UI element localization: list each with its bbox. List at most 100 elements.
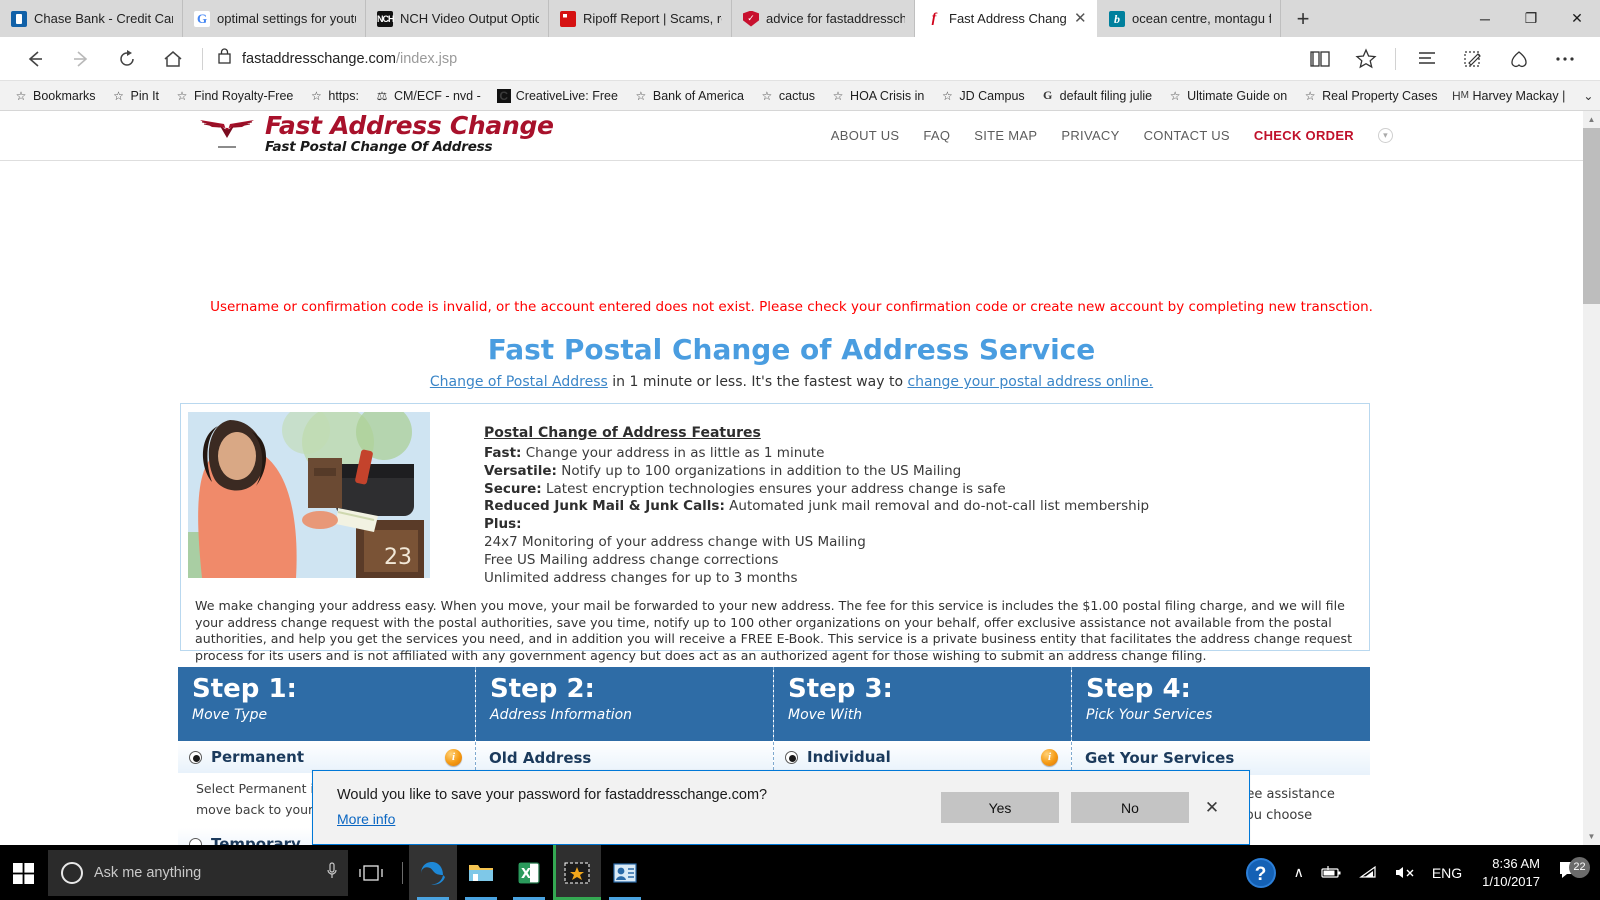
bookmark-item[interactable]: ⚖ CM/ECF - nvd -: [367, 83, 489, 109]
clock[interactable]: 8:36 AM 1/10/2017: [1470, 855, 1552, 890]
bookmark-item[interactable]: ☆ Pin It: [104, 83, 168, 109]
browser-tab[interactable]: NCH NCH Video Output Options: [366, 0, 549, 37]
taskbar-app-edge[interactable]: [409, 845, 457, 900]
star-icon: ☆: [832, 88, 844, 103]
option-individual[interactable]: Individual: [785, 748, 891, 766]
tab-title: Ripoff Report | Scams, revie: [583, 11, 722, 26]
taskbar-app-contacts[interactable]: [601, 845, 649, 900]
radio-individual-input[interactable]: [785, 750, 798, 764]
radio-permanent-input[interactable]: [189, 750, 202, 764]
bookmark-item[interactable]: ☆ Bookmarks: [6, 83, 104, 109]
search-input[interactable]: Ask me anything: [48, 849, 348, 896]
more-info-link[interactable]: More info: [337, 811, 395, 827]
refresh-icon[interactable]: [104, 41, 150, 77]
show-hidden-icons-icon[interactable]: ∧: [1286, 864, 1312, 881]
browser-tab-active[interactable]: f Fast Address Change: C ✕: [915, 0, 1098, 37]
notification-count-badge: 22: [1569, 857, 1590, 878]
bookmark-item[interactable]: ☆ cactus: [752, 83, 823, 109]
info-icon[interactable]: i: [445, 748, 462, 766]
feature-text: Automated junk mail removal and do-not-c…: [724, 498, 1150, 515]
taskbar-app-excel[interactable]: X: [505, 845, 553, 900]
save-password-yes-button[interactable]: Yes: [941, 792, 1059, 823]
battery-icon[interactable]: [1312, 865, 1350, 880]
browser-tab[interactable]: Chase Bank - Credit Card, M: [0, 0, 183, 37]
forward-icon[interactable]: [58, 41, 104, 77]
scrollbar-down-arrow-icon[interactable]: ▼: [1583, 828, 1600, 845]
language-indicator[interactable]: ENG: [1424, 865, 1470, 881]
microphone-icon[interactable]: [326, 861, 338, 884]
bookmark-label: Bookmarks: [33, 88, 96, 103]
option-temporary[interactable]: Temporary: [189, 835, 301, 845]
taskbar-app-file-explorer[interactable]: [457, 845, 505, 900]
back-icon[interactable]: [12, 41, 58, 77]
maximize-button[interactable]: ❐: [1508, 0, 1554, 37]
navigation-bar: fastaddresschange.com/index.jsp: [0, 37, 1600, 80]
woman-at-mailbox-photo: 23: [188, 412, 430, 578]
nav-site-map[interactable]: SITE MAP: [974, 128, 1037, 143]
minimize-button[interactable]: ─: [1462, 0, 1508, 37]
bookmark-item[interactable]: ☆ JD Campus: [932, 83, 1032, 109]
star-icon: ☆: [310, 88, 322, 103]
bookmark-item[interactable]: ☆ HOA Crisis in: [823, 83, 932, 109]
svg-text:X: X: [521, 867, 531, 882]
nav-privacy[interactable]: PRIVACY: [1061, 128, 1119, 143]
subtitle-link-2[interactable]: change your postal address online.: [907, 374, 1153, 390]
site-logo[interactable]: Fast Address Change Fast Postal Change O…: [198, 112, 554, 157]
feature-label: Fast:: [484, 444, 522, 461]
radio-temporary-input[interactable]: [189, 837, 202, 845]
bookmark-item[interactable]: Gdefault filing julie: [1033, 83, 1160, 109]
taskbar-app-movie-maker[interactable]: [553, 845, 601, 900]
address-bar[interactable]: fastaddresschange.com/index.jsp: [211, 42, 1297, 76]
star-icon: ☆: [941, 88, 953, 103]
reading-view-icon[interactable]: [1297, 41, 1343, 77]
make-a-note-icon[interactable]: [1450, 41, 1496, 77]
task-view-icon[interactable]: [348, 845, 396, 900]
cart-icon[interactable]: ▾: [1378, 128, 1393, 143]
bookmark-item[interactable]: ☆ Bank of America: [626, 83, 752, 109]
bookmarks-overflow-icon[interactable]: ⌄: [1573, 89, 1600, 103]
radio-row-individual[interactable]: Individual i: [774, 741, 1071, 773]
browser-tab[interactable]: Ripoff Report | Scams, revie: [549, 0, 732, 37]
nav-about-us[interactable]: ABOUT US: [831, 128, 900, 143]
browser-tab[interactable]: advice for fastaddresschang: [732, 0, 915, 37]
tab-close-icon[interactable]: ✕: [1074, 11, 1088, 26]
info-icon[interactable]: i: [1041, 748, 1058, 766]
radio-row-permanent[interactable]: Permanent i: [178, 741, 475, 773]
bookmark-item[interactable]: H M Harvey Mackay |: [1445, 83, 1573, 109]
nav-faq[interactable]: FAQ: [923, 128, 950, 143]
page-scrollbar[interactable]: ▲ ▼: [1583, 111, 1600, 845]
browser-tab[interactable]: G optimal settings for youtub: [183, 0, 366, 37]
wifi-icon[interactable]: [1350, 865, 1386, 880]
bookmark-item[interactable]: ☆ Real Property Cases: [1295, 83, 1445, 109]
feature-item: Plus:: [484, 516, 1149, 534]
bookmark-item[interactable]: C CreativeLive: Free: [489, 83, 626, 109]
tab-title: optimal settings for youtub: [217, 11, 356, 26]
browser-window: Chase Bank - Credit Card, M G optimal se…: [0, 0, 1600, 845]
subtitle-link-1[interactable]: Change of Postal Address: [430, 374, 608, 390]
windows-start-icon[interactable]: [0, 845, 48, 900]
close-window-button[interactable]: ✕: [1554, 0, 1600, 37]
help-icon[interactable]: ?: [1245, 857, 1276, 888]
tab-strip-spacer: [1325, 0, 1462, 37]
hub-icon[interactable]: [1404, 41, 1450, 77]
scrollbar-thumb[interactable]: [1583, 128, 1600, 304]
site-header: Fast Address Change Fast Postal Change O…: [0, 111, 1583, 161]
nav-check-order[interactable]: CHECK ORDER: [1254, 128, 1354, 143]
scrollbar-up-arrow-icon[interactable]: ▲: [1583, 111, 1600, 128]
new-tab-button[interactable]: +: [1281, 0, 1325, 37]
favorite-star-icon[interactable]: [1343, 41, 1389, 77]
bookmark-item[interactable]: ☆ Ultimate Guide on: [1160, 83, 1295, 109]
home-icon[interactable]: [150, 41, 196, 77]
option-permanent[interactable]: Permanent: [189, 748, 304, 766]
bookmark-item[interactable]: ☆ https:: [301, 83, 367, 109]
close-icon[interactable]: ✕: [1189, 798, 1235, 818]
save-password-no-button[interactable]: No: [1071, 792, 1189, 823]
bookmark-item[interactable]: ☆ Find Royalty-Free: [167, 83, 301, 109]
lock-icon: [217, 47, 232, 70]
more-actions-icon[interactable]: [1542, 41, 1588, 77]
share-icon[interactable]: [1496, 41, 1542, 77]
volume-muted-icon[interactable]: [1386, 865, 1424, 880]
nav-contact-us[interactable]: CONTACT US: [1144, 128, 1230, 143]
action-center-icon[interactable]: 22: [1552, 857, 1594, 886]
browser-tab[interactable]: b ocean centre, montagu fore: [1098, 0, 1281, 37]
